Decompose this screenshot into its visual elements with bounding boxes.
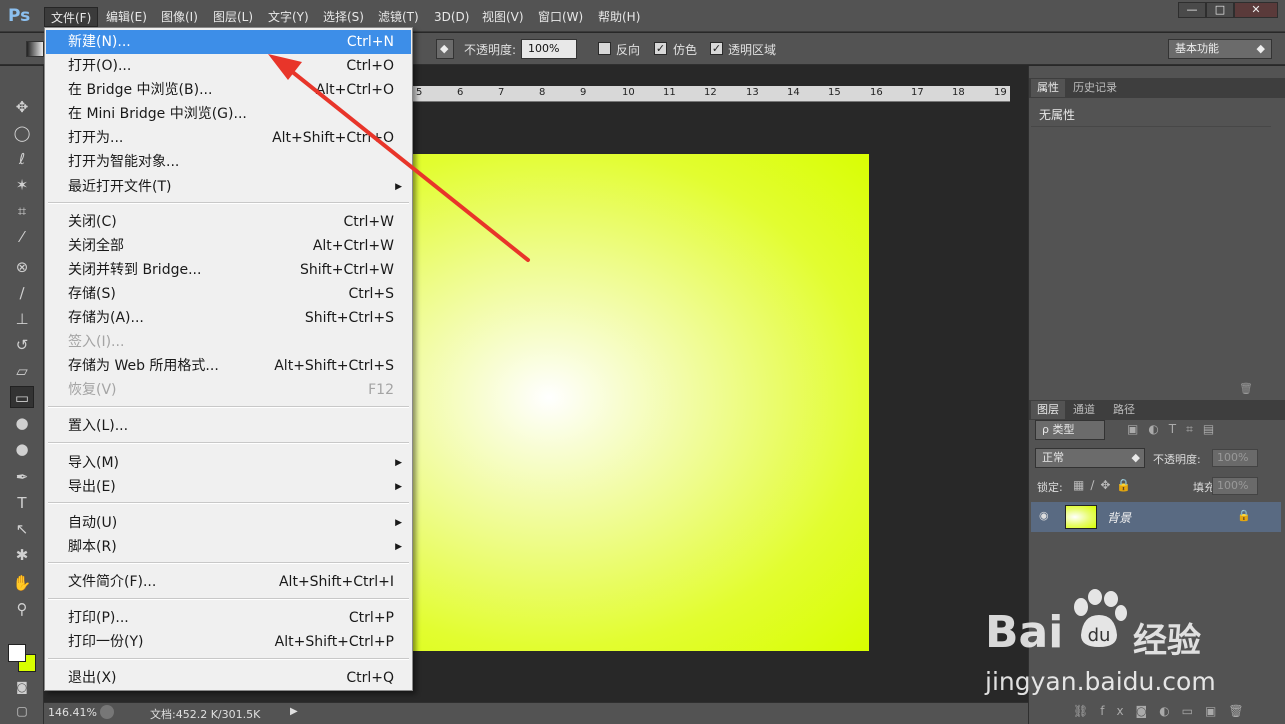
watermark-brand-left: Bai <box>985 607 1064 658</box>
paw-logo-icon: du <box>1069 589 1127 651</box>
watermark-url: jingyan.baidu.com <box>985 667 1216 696</box>
baidu-watermark: Bai du 经验 jingyan.baidu.com <box>985 585 1225 700</box>
watermark-brand-right: 经验 <box>1133 621 1201 661</box>
svg-text:du: du <box>1088 625 1111 646</box>
